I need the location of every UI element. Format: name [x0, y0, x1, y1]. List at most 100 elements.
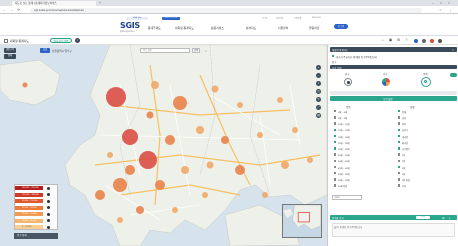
screen-icon[interactable]: ▣: [388, 38, 393, 43]
sex-checkbox[interactable]: [398, 116, 401, 119]
sgis-logo[interactable]: SGIS plus SGIS 통계지리정보서비스: [118, 17, 158, 33]
login-button[interactable]: 로그인: [334, 24, 348, 29]
age-checkbox[interactable]: [334, 110, 337, 113]
help-icon[interactable]: ?: [404, 38, 409, 43]
nav-item-theme-map[interactable]: 통계주제도: [148, 26, 161, 30]
age-checkbox[interactable]: [334, 165, 337, 169]
zoom-out-icon[interactable]: −: [316, 73, 321, 78]
layers-icon[interactable]: ▤: [316, 113, 321, 118]
year-select[interactable]: 2020: [332, 195, 362, 200]
util-signup-link[interactable]: 회원가입: [276, 17, 283, 20]
age-checkbox-label: 55세 ~ 59세: [338, 180, 350, 182]
mode-tab[interactable]: 대화형 통계지도: [162, 17, 180, 20]
legend-footer[interactable]: 인구 통계: [14, 233, 58, 239]
age-checkbox-label: 20세 ~ 24세: [338, 136, 350, 139]
sex-checkbox-label: 전체: [402, 111, 407, 114]
toolbar-title: 대화형 통계지도: [10, 39, 29, 43]
age-checkbox-label: 15세 ~ 19세: [338, 130, 350, 133]
settings-icon[interactable]: ⚙: [396, 38, 401, 43]
sex-checkbox[interactable]: [398, 134, 401, 138]
age-checkbox[interactable]: [334, 128, 337, 131]
age-checkbox-label: 45세 ~ 49세: [338, 167, 350, 170]
util-sitemap-link[interactable]: 사이트맵: [294, 17, 301, 20]
age-checkbox[interactable]: [334, 153, 337, 156]
maximize-icon[interactable]: □: [440, 1, 442, 5]
back-icon[interactable]: ←: [2, 8, 7, 13]
age-checkbox-label: 50세 ~ 54세: [338, 173, 350, 176]
age-checkbox[interactable]: [334, 141, 337, 144]
age-checkbox[interactable]: [334, 122, 337, 125]
nav-item-notice[interactable]: 알림마당: [309, 26, 319, 30]
address-row: ← → ⟳ sgis.kostat.go.kr/view/map/interac…: [0, 6, 458, 14]
info-icon[interactable]: i: [75, 38, 80, 43]
browser-chrome: 지도로 보는 통계 | 통계지리정보서비스 + – □ × ← → ⟳ sgis…: [0, 0, 458, 14]
legend-marker: [47, 225, 50, 229]
sex-checkbox-label: 여자: [402, 124, 407, 127]
target-icon[interactable]: ◎: [316, 89, 321, 94]
nav-item-services[interactable]: 활용서비스: [211, 26, 224, 30]
share-icon[interactable]: [422, 38, 426, 43]
grid-icon[interactable]: ⊞: [442, 216, 445, 220]
download-icon[interactable]: ⤓: [449, 216, 450, 220]
fullscreen-icon[interactable]: ⤢: [316, 105, 321, 110]
sex-checkbox[interactable]: [398, 159, 401, 162]
sex-checkbox-label: 가구원수: [402, 149, 411, 151]
age-checkbox[interactable]: [334, 116, 337, 119]
bookmark-icon[interactable]: ☆: [438, 8, 443, 13]
sex-checkbox[interactable]: [398, 147, 401, 150]
address-search-input[interactable]: 주소 검색: [140, 48, 190, 53]
table-bar[interactable]: [330, 215, 457, 220]
search-icon[interactable]: ⌕: [204, 49, 208, 53]
util-english-link[interactable]: ENGLISH: [312, 17, 321, 19]
age-checkbox[interactable]: [334, 147, 337, 150]
layer-icon[interactable]: [4, 38, 8, 43]
area-level-selector[interactable]: 전국 시도 단위: [50, 38, 72, 43]
locate-icon[interactable]: ⌖: [316, 81, 321, 86]
age-checkbox[interactable]: [334, 159, 337, 162]
user-icon[interactable]: [414, 38, 418, 43]
new-tab-button[interactable]: +: [98, 1, 102, 5]
sex-checkbox[interactable]: [398, 153, 401, 156]
age-checkbox-label: 35세 ~ 39세: [338, 155, 350, 158]
age-checkbox-label: 5세 ~ 9세: [338, 118, 347, 120]
nav-item-analysis[interactable]: 분석지도: [246, 26, 256, 30]
sex-checkbox[interactable]: [398, 128, 401, 131]
age-checkbox[interactable]: [334, 184, 337, 187]
menu-icon[interactable]: ⋮: [448, 8, 453, 13]
sex-checkbox-label: 1인: [402, 155, 406, 158]
source-text: 출처: 통계청 인구주택총조사: [334, 226, 363, 229]
sex-checkbox-label: 4인: [402, 173, 406, 176]
summary-tab[interactable]: 총괄: [40, 48, 50, 53]
nav-item-support[interactable]: 지원센터: [278, 26, 288, 30]
url-bar[interactable]: sgis.kostat.go.kr/view/map/interactiveMa…: [30, 7, 422, 13]
age-checkbox[interactable]: [334, 178, 337, 181]
district-button[interactable]: 행정구역: [4, 48, 16, 53]
island-land: [0, 59, 61, 106]
legend-button[interactable]: 범례: [4, 54, 16, 59]
sex-checkbox[interactable]: [398, 184, 401, 187]
age-checkbox-label: 30세 ~ 34세: [338, 149, 350, 151]
close-icon[interactable]: ×: [448, 1, 450, 5]
address-search-button[interactable]: 검색: [192, 48, 200, 53]
sex-checkbox[interactable]: [398, 122, 401, 125]
zoom-in-icon[interactable]: +: [316, 65, 321, 70]
minimize-icon[interactable]: –: [432, 1, 434, 5]
sex-checkbox[interactable]: [398, 141, 401, 144]
alert-icon[interactable]: [430, 38, 434, 43]
print-icon[interactable]: [438, 38, 442, 43]
sex-checkbox[interactable]: [398, 110, 401, 113]
forward-icon[interactable]: →: [9, 8, 14, 13]
sex-checkbox[interactable]: [398, 172, 401, 175]
home-icon[interactable]: ⌂: [380, 38, 385, 43]
query-button[interactable]: 조회: [416, 216, 430, 219]
minimap[interactable]: [282, 204, 322, 238]
reload-icon[interactable]: ⟳: [16, 8, 21, 13]
draw-icon[interactable]: ✎: [316, 97, 321, 102]
age-checkbox[interactable]: [334, 172, 337, 175]
nav-item-interactive-map[interactable]: 대화형 통계지도: [175, 26, 194, 30]
sex-checkbox[interactable]: [398, 178, 401, 181]
age-checkbox[interactable]: [334, 134, 337, 138]
sex-checkbox[interactable]: [398, 165, 401, 169]
legend-row: 16,800 ~ 35,600: [15, 218, 43, 223]
util-login-link[interactable]: 로그인: [262, 17, 268, 20]
